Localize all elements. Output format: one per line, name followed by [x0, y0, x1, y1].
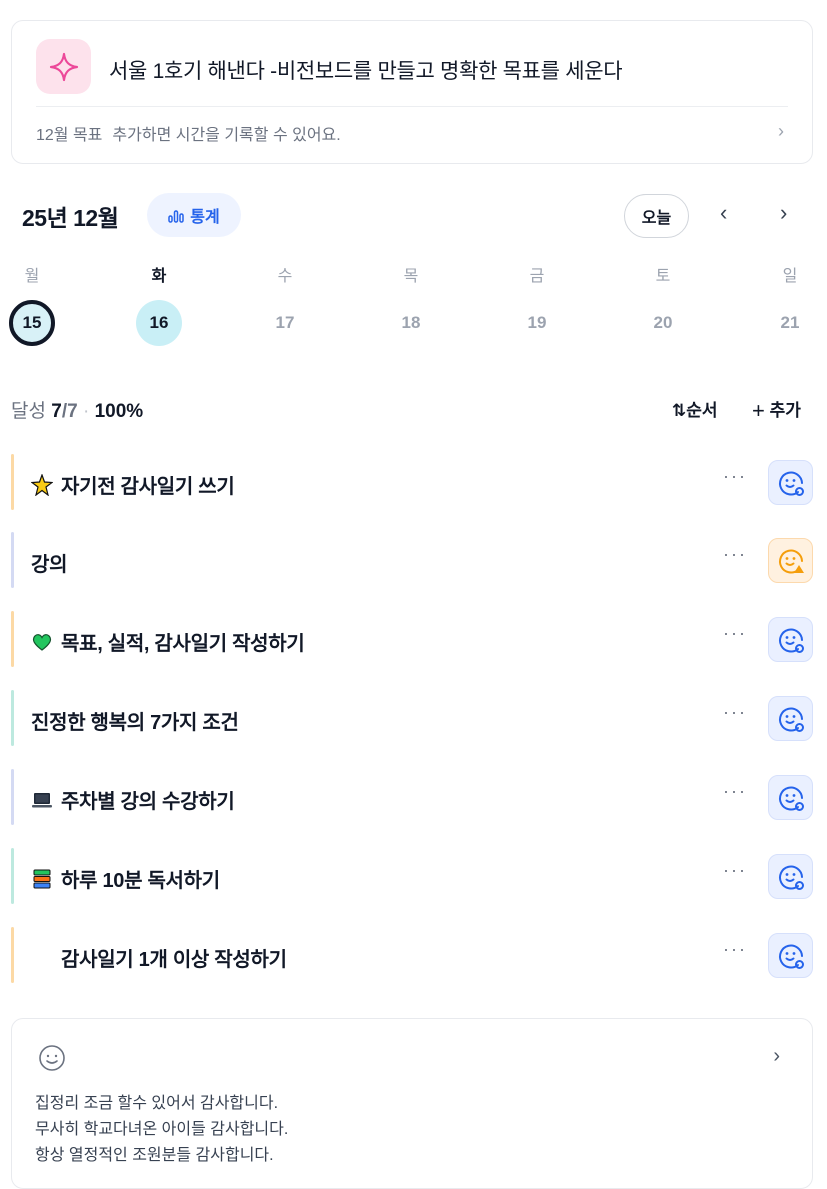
- weekday-sat: 토: [655, 268, 671, 285]
- mood-check-icon[interactable]: [768, 775, 813, 820]
- task-row[interactable]: 강의 ···: [11, 532, 813, 588]
- stats-button[interactable]: 통계: [147, 193, 241, 237]
- green-heart-icon: [31, 631, 53, 653]
- more-options-icon[interactable]: ···: [723, 781, 747, 802]
- task-title: 자기전 감사일기 쓰기: [61, 476, 235, 498]
- more-options-icon[interactable]: ···: [723, 466, 747, 487]
- separator-dot: ·: [82, 401, 90, 422]
- day-17[interactable]: 17: [262, 300, 308, 346]
- mood-check-icon[interactable]: [768, 854, 813, 899]
- sort-order-button[interactable]: ⇅순서: [672, 396, 718, 421]
- task-title: 목표, 실적, 감사일기 작성하기: [61, 633, 305, 655]
- task-color-bar: [11, 690, 14, 746]
- weekday-sun: 일: [782, 268, 798, 285]
- goal-subtitle: 12월 목표 추가하면 시간을 기록할 수 있어요.: [36, 121, 341, 145]
- task-color-bar: [11, 848, 14, 904]
- day-18[interactable]: 18: [388, 300, 434, 346]
- divider: [36, 106, 788, 107]
- task-label: 하루 10분 독서하기: [31, 864, 220, 893]
- books-icon: [31, 868, 53, 890]
- task-color-bar: [11, 927, 14, 983]
- weekday-wed: 수: [277, 268, 293, 285]
- order-label: 순서: [686, 401, 718, 420]
- more-options-icon[interactable]: ···: [723, 939, 747, 960]
- chevron-right-icon[interactable]: ›: [778, 121, 784, 142]
- weekday-mon: 월: [24, 268, 40, 285]
- stats-label: 통계: [190, 209, 220, 226]
- task-title: 하루 10분 독서하기: [61, 870, 220, 892]
- day-19[interactable]: 19: [514, 300, 560, 346]
- achievement-done: 7: [51, 401, 62, 422]
- gratitude-card[interactable]: › 집정리 조금 할수 있어서 감사합니다. 무사히 학교다녀온 아이들 감사합…: [11, 1018, 813, 1189]
- mood-check-icon[interactable]: [768, 696, 813, 741]
- task-row[interactable]: 목표, 실적, 감사일기 작성하기 ···: [11, 611, 813, 667]
- more-options-icon[interactable]: ···: [723, 702, 747, 723]
- task-label: 주차별 강의 수강하기: [31, 785, 235, 814]
- day-15[interactable]: 15: [9, 300, 55, 346]
- weekday-fri: 금: [529, 268, 545, 285]
- mood-check-icon[interactable]: [768, 460, 813, 505]
- task-label: 진정한 행복의 7가지 조건: [31, 706, 239, 735]
- task-color-bar: [11, 769, 14, 825]
- achievement-summary: 달성 7/7 · 100%: [11, 396, 143, 423]
- task-title: 주차별 강의 수강하기: [61, 791, 235, 813]
- add-task-button[interactable]: + 추가: [752, 396, 801, 424]
- task-title: 진정한 행복의 7가지 조건: [31, 712, 239, 734]
- achievement-total: /7: [61, 401, 78, 422]
- gratitude-line: 집정리 조금 할수 있어서 감사합니다.: [35, 1095, 279, 1112]
- gratitude-text: 집정리 조금 할수 있어서 감사합니다. 무사히 학교다녀온 아이들 감사합니다…: [35, 1091, 288, 1169]
- chevron-right-icon[interactable]: ›: [780, 200, 787, 226]
- task-title: 강의: [31, 554, 68, 576]
- task-row[interactable]: 하루 10분 독서하기 ···: [11, 848, 813, 904]
- sparkle-icon: [36, 39, 91, 94]
- laptop-icon: [31, 789, 53, 811]
- sparkle-star-icon: [31, 473, 53, 496]
- achievement-percent: 100%: [94, 401, 144, 422]
- task-label: 목표, 실적, 감사일기 작성하기: [31, 627, 305, 656]
- achievement-prefix: 달성: [11, 401, 46, 422]
- task-label: 감사일기 1개 이상 작성하기: [61, 943, 287, 972]
- task-label: 강의: [31, 548, 68, 577]
- more-options-icon[interactable]: ···: [723, 860, 747, 881]
- month-title: 25년 12월: [22, 205, 119, 231]
- bar-chart-icon: [168, 210, 185, 223]
- goal-card[interactable]: 서울 1호기 해낸다 -비전보드를 만들고 명확한 목표를 세운다 12월 목표…: [11, 20, 813, 164]
- smile-icon: [38, 1044, 66, 1077]
- day-20[interactable]: 20: [640, 300, 686, 346]
- chevron-left-icon[interactable]: ‹: [720, 200, 727, 226]
- gratitude-line: 무사히 학교다녀온 아이들 감사합니다.: [35, 1121, 289, 1138]
- task-row[interactable]: 감사일기 1개 이상 작성하기 ···: [11, 927, 813, 983]
- today-button[interactable]: 오늘: [624, 194, 689, 238]
- task-color-bar: [11, 532, 14, 588]
- gratitude-line: 항상 열정적인 조원분들 감사합니다.: [35, 1147, 274, 1164]
- task-title: 감사일기 1개 이상 작성하기: [61, 949, 287, 971]
- goal-hint: 추가하면 시간을 기록할 수 있어요.: [112, 127, 341, 144]
- plus-icon: +: [752, 398, 765, 423]
- task-color-bar: [11, 611, 14, 667]
- goal-month-label: 12월 목표: [36, 127, 103, 144]
- chevron-right-icon[interactable]: ›: [773, 1045, 780, 1068]
- more-options-icon[interactable]: ···: [723, 623, 747, 644]
- weekday-tue: 화: [151, 268, 167, 285]
- more-options-icon[interactable]: ···: [723, 544, 747, 565]
- task-color-bar: [11, 454, 14, 510]
- task-row[interactable]: 자기전 감사일기 쓰기 ···: [11, 454, 813, 510]
- day-21[interactable]: 21: [767, 300, 813, 346]
- task-row[interactable]: 주차별 강의 수강하기 ···: [11, 769, 813, 825]
- mood-check-icon[interactable]: [768, 933, 813, 978]
- mood-warning-icon[interactable]: [768, 538, 813, 583]
- add-label: 추가: [769, 401, 801, 420]
- task-row[interactable]: 진정한 행복의 7가지 조건 ···: [11, 690, 813, 746]
- mood-check-icon[interactable]: [768, 617, 813, 662]
- weekday-thu: 목: [403, 268, 419, 285]
- day-16[interactable]: 16: [136, 300, 182, 346]
- task-label: 자기전 감사일기 쓰기: [31, 470, 235, 499]
- goal-title: 서울 1호기 해낸다 -비전보드를 만들고 명확한 목표를 세운다: [109, 60, 623, 83]
- sort-arrows-icon: ⇅: [672, 401, 687, 420]
